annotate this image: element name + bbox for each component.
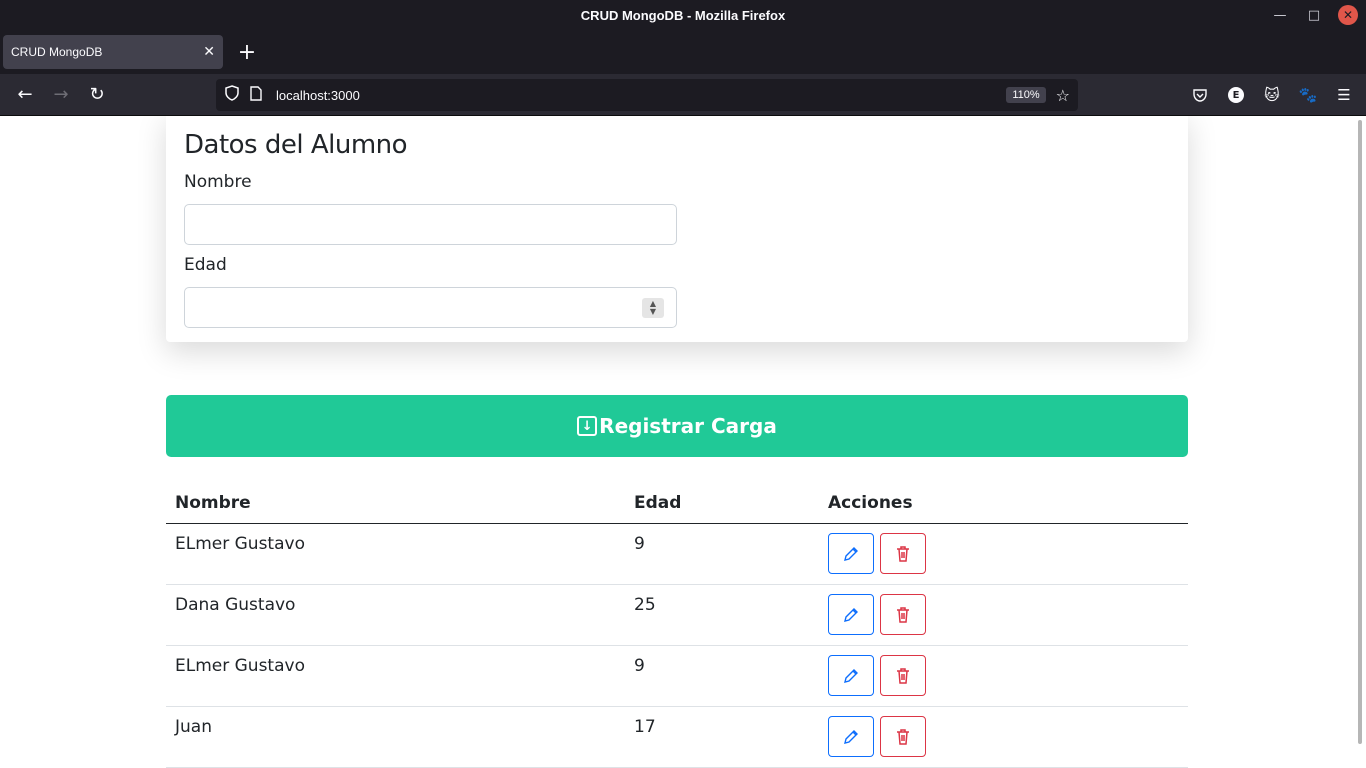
back-icon[interactable]: ← bbox=[7, 79, 43, 111]
trash-icon bbox=[897, 728, 910, 745]
delete-button[interactable] bbox=[880, 533, 927, 574]
cell-nombre: Juan bbox=[166, 706, 625, 768]
cell-nombre: ELmer Gustavo bbox=[166, 523, 625, 585]
forward-icon[interactable]: → bbox=[43, 79, 79, 111]
table-row: ELmer Gustavo 9 bbox=[166, 523, 1188, 585]
delete-button[interactable] bbox=[880, 594, 927, 635]
reload-icon[interactable]: ↻ bbox=[79, 79, 115, 111]
maximize-icon[interactable]: □ bbox=[1304, 5, 1324, 25]
page-icon[interactable] bbox=[250, 85, 276, 105]
pencil-icon bbox=[844, 668, 858, 683]
cell-actions bbox=[819, 523, 1188, 585]
edit-button[interactable] bbox=[828, 655, 874, 696]
cell-nombre: Dana Gustavo bbox=[166, 584, 625, 646]
page-scrollbar[interactable] bbox=[1358, 120, 1362, 744]
extension-e-icon[interactable]: E bbox=[1220, 79, 1252, 111]
bookmark-star-icon[interactable]: ☆ bbox=[1056, 86, 1070, 105]
nombre-input[interactable] bbox=[184, 204, 677, 245]
trash-icon bbox=[897, 545, 910, 562]
col-nombre: Nombre bbox=[166, 487, 625, 524]
register-button[interactable]: ↓ Registrar Carga bbox=[166, 395, 1188, 457]
navigation-toolbar: ← → ↻ localhost:3000 110% ☆ E 🐱 🐾 ☰ bbox=[0, 74, 1366, 116]
url-text[interactable]: localhost:3000 bbox=[276, 88, 1006, 103]
zoom-badge[interactable]: 110% bbox=[1006, 87, 1046, 103]
table-row: Juan 17 bbox=[166, 706, 1188, 768]
register-button-label: Registrar Carga bbox=[599, 414, 777, 438]
cell-actions bbox=[819, 645, 1188, 707]
students-table: Nombre Edad Acciones ELmer Gustavo 9 Dan… bbox=[166, 487, 1188, 768]
window-titlebar: CRUD MongoDB - Mozilla Firefox — □ ✕ bbox=[0, 0, 1366, 30]
close-tab-icon[interactable]: ✕ bbox=[203, 44, 215, 60]
pencil-icon bbox=[844, 546, 858, 561]
cell-nombre: ELmer Gustavo bbox=[166, 645, 625, 707]
nombre-label: Nombre bbox=[184, 172, 252, 192]
trash-icon bbox=[897, 667, 910, 684]
download-box-icon: ↓ bbox=[577, 416, 598, 436]
pencil-icon bbox=[844, 607, 858, 622]
toolbar-extensions: E 🐱 🐾 ☰ bbox=[1184, 79, 1360, 111]
tab-strip: CRUD MongoDB ✕ + bbox=[0, 30, 1366, 74]
shield-icon[interactable] bbox=[224, 85, 246, 105]
cell-edad: 17 bbox=[625, 706, 819, 768]
spin-down-icon[interactable]: ▼ bbox=[650, 308, 656, 316]
minimize-icon[interactable]: — bbox=[1270, 5, 1290, 25]
col-edad: Edad bbox=[625, 487, 819, 524]
edit-button[interactable] bbox=[828, 716, 874, 757]
tab-label: CRUD MongoDB bbox=[11, 45, 103, 59]
table-row: Dana Gustavo 25 bbox=[166, 584, 1188, 646]
cell-actions bbox=[819, 584, 1188, 646]
cell-actions bbox=[819, 706, 1188, 768]
menu-icon[interactable]: ☰ bbox=[1328, 79, 1360, 111]
pencil-icon bbox=[844, 729, 858, 744]
edad-label: Edad bbox=[184, 255, 227, 275]
window-title: CRUD MongoDB - Mozilla Firefox bbox=[580, 7, 786, 23]
page-viewport: Datos del Alumno Nombre Edad ▲ ▼ ↓ Regis… bbox=[0, 116, 1366, 768]
cat-extension-icon[interactable]: 🐱 bbox=[1256, 79, 1288, 111]
trash-icon bbox=[897, 606, 910, 623]
new-tab-icon[interactable]: + bbox=[237, 40, 257, 65]
number-spinner[interactable]: ▲ ▼ bbox=[642, 298, 664, 318]
url-bar[interactable]: localhost:3000 110% ☆ bbox=[216, 79, 1078, 111]
edit-button[interactable] bbox=[828, 594, 874, 635]
edit-button[interactable] bbox=[828, 533, 874, 574]
cell-edad: 9 bbox=[625, 645, 819, 707]
gnome-extension-icon[interactable]: 🐾 bbox=[1292, 79, 1324, 111]
table-row: ELmer Gustavo 9 bbox=[166, 645, 1188, 707]
cell-edad: 9 bbox=[625, 523, 819, 585]
form-heading: Datos del Alumno bbox=[184, 130, 408, 160]
delete-button[interactable] bbox=[880, 655, 927, 696]
window-controls: — □ ✕ bbox=[1270, 5, 1358, 25]
col-acciones: Acciones bbox=[819, 487, 1188, 524]
delete-button[interactable] bbox=[880, 716, 927, 757]
cell-edad: 25 bbox=[625, 584, 819, 646]
close-window-icon[interactable]: ✕ bbox=[1338, 5, 1358, 25]
student-form-card: Datos del Alumno Nombre Edad ▲ ▼ bbox=[166, 116, 1188, 342]
tab-crud-mongodb[interactable]: CRUD MongoDB ✕ bbox=[3, 35, 223, 69]
edad-input[interactable]: ▲ ▼ bbox=[184, 287, 677, 328]
pocket-icon[interactable] bbox=[1184, 79, 1216, 111]
table-header-row: Nombre Edad Acciones bbox=[166, 487, 1188, 524]
